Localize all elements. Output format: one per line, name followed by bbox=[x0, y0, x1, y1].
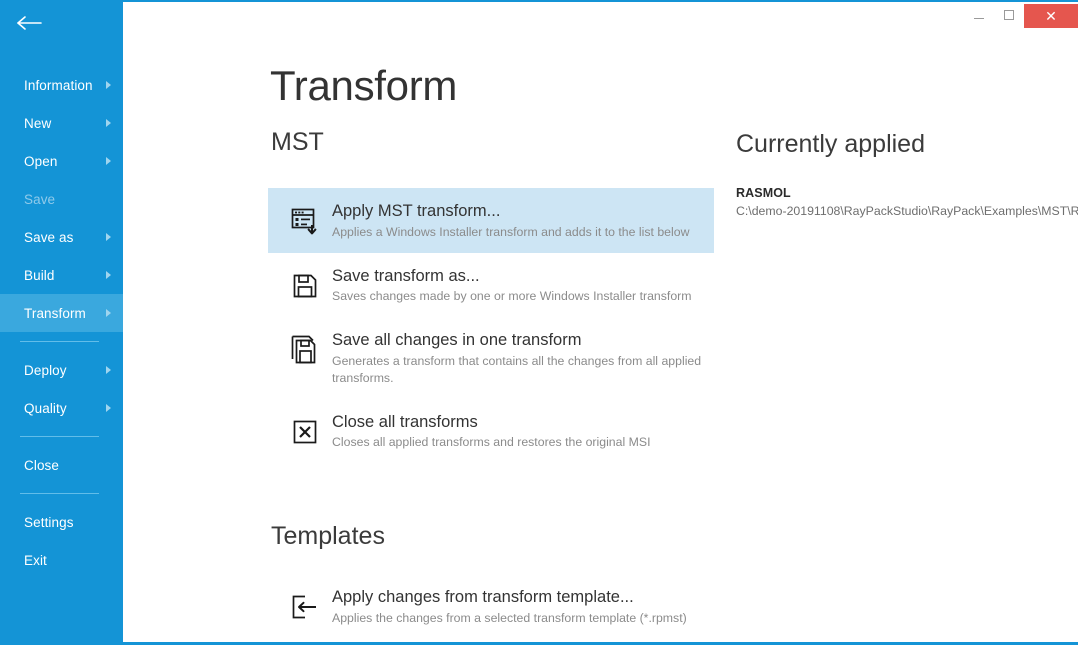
command-apply-mst-transform[interactable]: Apply MST transform... Applies a Windows … bbox=[268, 188, 714, 253]
sidebar-item-label: Open bbox=[24, 153, 58, 169]
chevron-right-icon bbox=[106, 309, 111, 317]
command-description: Closes all applied transforms and restor… bbox=[332, 435, 651, 450]
sidebar-item-label: Deploy bbox=[24, 362, 67, 378]
sidebar-item-label: Close bbox=[24, 457, 60, 473]
command-text: Save all changes in one transform Generat… bbox=[332, 329, 702, 387]
sidebar-item-label: Save as bbox=[24, 229, 74, 245]
save-all-icon bbox=[288, 333, 322, 367]
sidebar-item-exit[interactable]: Exit bbox=[0, 541, 123, 579]
sidebar-separator bbox=[20, 493, 99, 494]
chevron-right-icon bbox=[106, 366, 111, 374]
command-text: Apply changes from transform template...… bbox=[332, 586, 687, 627]
sidebar-item-label: Settings bbox=[24, 514, 74, 530]
section-title-templates: Templates bbox=[271, 522, 385, 550]
chevron-right-icon bbox=[106, 81, 111, 89]
currently-applied-title: Currently applied bbox=[736, 130, 925, 158]
sidebar-item-label: New bbox=[24, 115, 52, 131]
command-description: Applies a Windows Installer transform an… bbox=[332, 224, 690, 239]
sidebar-item-open[interactable]: Open bbox=[0, 142, 123, 180]
sidebar-item-information[interactable]: Information bbox=[0, 66, 123, 104]
chevron-right-icon bbox=[106, 404, 111, 412]
sidebar-item-close[interactable]: Close bbox=[0, 446, 123, 484]
command-close-all-transforms[interactable]: Close all transforms Closes all applied t… bbox=[268, 399, 714, 464]
content-area: ✕ Transform MST Apply MST transform... Ap… bbox=[123, 0, 1078, 645]
back-button[interactable] bbox=[0, 0, 123, 46]
chevron-right-icon bbox=[106, 157, 111, 165]
sidebar-separator bbox=[20, 341, 99, 342]
sidebar-item-settings[interactable]: Settings bbox=[0, 503, 123, 541]
command-description: Generates a transform that contains all … bbox=[332, 353, 702, 385]
mst-command-list: Apply MST transform... Applies a Windows … bbox=[268, 188, 714, 463]
sidebar-item-new[interactable]: New bbox=[0, 104, 123, 142]
page-title: Transform bbox=[270, 62, 458, 109]
sidebar-item-save-as[interactable]: Save as bbox=[0, 218, 123, 256]
chevron-right-icon bbox=[106, 119, 111, 127]
command-text: Save transform as... Saves changes made b… bbox=[332, 265, 692, 306]
command-title: Apply changes from transform template... bbox=[332, 588, 634, 606]
sidebar-item-build[interactable]: Build bbox=[0, 256, 123, 294]
command-title: Close all transforms bbox=[332, 412, 478, 431]
sidebar-item-label: Exit bbox=[24, 552, 47, 568]
applied-transform-entry[interactable]: RASMOL C:\demo-20191108\RayPackStudio\Ray… bbox=[736, 186, 1078, 218]
apply-transform-icon bbox=[288, 204, 322, 238]
back-arrow-icon bbox=[14, 13, 44, 33]
applied-transform-name: RASMOL bbox=[736, 186, 791, 200]
sidebar-item-deploy[interactable]: Deploy bbox=[0, 351, 123, 389]
sidebar-item-label: Save bbox=[24, 191, 56, 207]
minimize-button[interactable] bbox=[964, 4, 994, 26]
sidebar-item-label: Information bbox=[24, 77, 93, 93]
sidebar-item-label: Build bbox=[24, 267, 55, 283]
command-text: Close all transforms Closes all applied t… bbox=[332, 411, 651, 452]
currently-applied-list: RASMOL C:\demo-20191108\RayPackStudio\Ray… bbox=[736, 186, 1078, 218]
applied-transform-path: C:\demo-20191108\RayPackStudio\RayPack\E… bbox=[736, 204, 1078, 218]
chevron-right-icon bbox=[106, 271, 111, 279]
command-title: Apply MST transform... bbox=[332, 202, 501, 220]
import-template-icon bbox=[288, 590, 322, 624]
save-icon bbox=[288, 269, 322, 303]
command-text: Apply MST transform... Applies a Windows … bbox=[332, 200, 689, 241]
command-title: Save transform as... bbox=[332, 266, 480, 285]
maximize-icon bbox=[1004, 10, 1014, 20]
maximize-button[interactable] bbox=[994, 4, 1024, 26]
chevron-right-icon bbox=[106, 233, 111, 241]
close-button[interactable]: ✕ bbox=[1024, 4, 1078, 28]
command-save-all-changes-in-one-transform[interactable]: Save all changes in one transform Generat… bbox=[268, 317, 714, 399]
command-apply-changes-from-transform-template[interactable]: Apply changes from transform template...… bbox=[268, 574, 714, 639]
command-description: Saves changes made by one or more Window… bbox=[332, 289, 692, 304]
sidebar-item-quality[interactable]: Quality bbox=[0, 389, 123, 427]
sidebar-item-save: Save bbox=[0, 180, 123, 218]
sidebar-item-transform[interactable]: Transform bbox=[0, 294, 123, 332]
minimize-icon bbox=[974, 18, 984, 19]
sidebar-item-label: Quality bbox=[24, 400, 67, 416]
close-all-icon bbox=[288, 415, 322, 449]
section-title-mst: MST bbox=[271, 128, 324, 156]
app-window: Information New Open Save Save as Build Transf… bbox=[0, 0, 1078, 645]
command-description: Applies the changes from a selected tran… bbox=[332, 610, 687, 625]
window-controls: ✕ bbox=[964, 4, 1078, 28]
sidebar-item-label: Transform bbox=[24, 305, 86, 321]
sidebar: Information New Open Save Save as Build Transf… bbox=[0, 0, 123, 645]
sidebar-separator bbox=[20, 436, 99, 437]
templates-command-list: Apply changes from transform template...… bbox=[268, 574, 714, 639]
command-save-transform-as[interactable]: Save transform as... Saves changes made b… bbox=[268, 253, 714, 318]
command-title: Save all changes in one transform bbox=[332, 331, 582, 350]
sidebar-nav: Information New Open Save Save as Build Transf… bbox=[0, 66, 123, 579]
